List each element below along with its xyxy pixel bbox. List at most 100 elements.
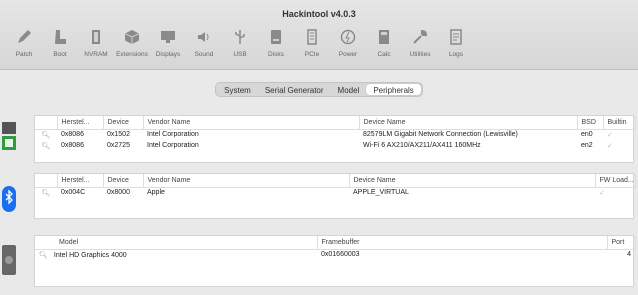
usb-icon xyxy=(229,26,251,48)
toolbar-label: Displays xyxy=(155,51,181,58)
table-row[interactable]: 🔍︎ Intel HD Graphics 4000 0x01660003 4 xyxy=(35,249,635,260)
toolbar-label: Logs xyxy=(448,51,464,58)
logs-icon xyxy=(445,26,467,48)
toolbar-calc[interactable]: Calc xyxy=(366,26,402,66)
table-header-row: Herstel... Device Vendor Name Device Nam… xyxy=(35,116,636,130)
col-header[interactable]: Device Name xyxy=(359,116,578,130)
col-header[interactable]: Port xyxy=(607,236,636,250)
toolbar-label: Extensions xyxy=(116,51,148,58)
toolbar-label: Calc xyxy=(377,51,391,58)
table-header-row: Model Framebuffer Port xyxy=(35,236,636,250)
toolbar-logs[interactable]: Logs xyxy=(438,26,474,66)
magnifier-icon[interactable]: 🔍︎ xyxy=(39,252,48,259)
table-row[interactable]: 🔍︎ 0x8086 0x1502 Intel Corporation 82579… xyxy=(35,129,635,140)
col-header[interactable]: Framebuffer xyxy=(317,236,608,250)
table-row[interactable]: 🔍︎ 0x8086 0x2725 Intel Corporation Wi-Fi… xyxy=(35,140,635,151)
table-cell: Wi-Fi 6 AX210/AX211/AX411 160MHz xyxy=(363,142,481,149)
table-cell: Intel Corporation xyxy=(147,131,199,139)
bluetooth-icon xyxy=(2,186,18,217)
table-cell: Intel Corporation xyxy=(147,142,199,149)
col-header[interactable]: BSD xyxy=(577,116,604,130)
network-card-icon xyxy=(2,120,18,159)
col-header[interactable]: Model xyxy=(35,236,318,250)
table-cell: 0x8086 xyxy=(61,142,84,149)
table-cell: en0 xyxy=(581,131,593,139)
col-header[interactable]: Vendor Name xyxy=(143,174,350,188)
toolbar: Patch Boot NVRAM Extensions Displays Sou… xyxy=(6,26,474,66)
toolbar-label: Power xyxy=(338,51,358,58)
toolbar-power[interactable]: Power xyxy=(330,26,366,66)
toolbar-label: Utilities xyxy=(409,51,431,58)
table-cell: 82579LM Gigabit Network Connection (Lewi… xyxy=(363,131,518,139)
window-title: Hackintool v4.0.3 xyxy=(282,9,356,19)
disk-icon xyxy=(265,26,287,48)
table-cell: Apple xyxy=(147,189,165,197)
pencil-icon xyxy=(13,26,35,48)
table-cell: APPLE_VIRTUAL xyxy=(353,189,409,197)
tab-bar: System Serial Generator Model Peripheral… xyxy=(215,82,423,97)
graphics-card-icon xyxy=(2,245,18,280)
fw-load-checkbox[interactable]: ✓ xyxy=(595,187,635,198)
table-cell: 0x01660003 xyxy=(321,251,360,259)
toolbar-displays[interactable]: Displays xyxy=(150,26,186,66)
toolbar-label: PCIe xyxy=(304,51,320,58)
col-header[interactable]: Vendor Name xyxy=(143,116,360,130)
col-header[interactable]: Device xyxy=(103,174,144,188)
toolbar-boot[interactable]: Boot xyxy=(42,26,78,66)
tab-model[interactable]: Model xyxy=(331,84,367,95)
toolbar-usb[interactable]: USB xyxy=(222,26,258,66)
power-icon xyxy=(337,26,359,48)
wrench-icon xyxy=(409,26,431,48)
extensions-cube-icon xyxy=(121,26,143,48)
tab-system[interactable]: System xyxy=(217,84,258,95)
col-header[interactable]: FW Load... xyxy=(595,174,636,188)
toolbar-nvram[interactable]: NVRAM xyxy=(78,26,114,66)
col-header xyxy=(35,116,58,130)
table-cell: 0x8000 xyxy=(107,189,130,197)
toolbar-disks[interactable]: Disks xyxy=(258,26,294,66)
toolbar-extensions[interactable]: Extensions xyxy=(114,26,150,66)
boot-icon xyxy=(49,26,71,48)
toolbar-label: Patch xyxy=(15,51,33,58)
tab-bar-container: System Serial Generator Model Peripheral… xyxy=(0,82,638,97)
graphics-table: Model Framebuffer Port 🔍︎ Intel HD Graphi… xyxy=(34,235,636,287)
bluetooth-table: Herstel... Device Vendor Name Device Nam… xyxy=(34,173,636,219)
col-header[interactable]: Herstel... xyxy=(57,174,104,188)
table-cell: en2 xyxy=(581,142,593,149)
magnifier-icon[interactable]: 🔍︎ xyxy=(35,129,57,140)
tab-peripherals[interactable]: Peripherals xyxy=(366,84,421,95)
toolbar-label: NVRAM xyxy=(84,51,108,58)
table-header-row: Herstel... Device Vendor Name Device Nam… xyxy=(35,174,636,188)
toolbar-sound[interactable]: Sound xyxy=(186,26,222,66)
table-cell: 0x8086 xyxy=(61,131,84,139)
hackintool-window: Hackintool v4.0.3 Patch Boot NVRAM Exten… xyxy=(0,0,638,295)
toolbar-label: Disks xyxy=(268,51,284,58)
display-icon xyxy=(157,26,179,48)
nvram-icon xyxy=(85,26,107,48)
builtin-checkbox[interactable]: ✓ xyxy=(603,140,635,151)
magnifier-icon[interactable]: 🔍︎ xyxy=(35,187,57,198)
pcie-icon xyxy=(301,26,323,48)
toolbar-label: Sound xyxy=(194,51,214,58)
table-row[interactable]: 🔍︎ 0x004C 0x8000 Apple APPLE_VIRTUAL ✓ xyxy=(35,187,635,198)
tab-serial-generator[interactable]: Serial Generator xyxy=(258,84,331,95)
col-header[interactable]: Device xyxy=(103,116,144,130)
toolbar-pcie[interactable]: PCIe xyxy=(294,26,330,66)
table-cell: 0x004C xyxy=(61,189,86,197)
builtin-checkbox[interactable]: ✓ xyxy=(603,129,635,140)
col-header[interactable]: Device Name xyxy=(349,174,596,188)
magnifier-icon[interactable]: 🔍︎ xyxy=(35,140,57,151)
col-header[interactable]: Builtin xyxy=(603,116,636,130)
table-cell: 🔍︎ Intel HD Graphics 4000 xyxy=(35,249,317,260)
toolbar-label: USB xyxy=(233,51,247,58)
table-cell: 0x1502 xyxy=(107,131,130,139)
toolbar-label: Boot xyxy=(53,51,67,58)
table-cell: 4 xyxy=(627,251,631,259)
titlebar: Hackintool v4.0.3 Patch Boot NVRAM Exten… xyxy=(0,0,638,70)
toolbar-patch[interactable]: Patch xyxy=(6,26,42,66)
toolbar-utilities[interactable]: Utilities xyxy=(402,26,438,66)
table-cell: 0x2725 xyxy=(107,142,130,149)
network-table: Herstel... Device Vendor Name Device Nam… xyxy=(34,115,636,163)
gpu-model: Intel HD Graphics 4000 xyxy=(53,251,127,259)
col-header[interactable]: Herstel... xyxy=(57,116,104,130)
